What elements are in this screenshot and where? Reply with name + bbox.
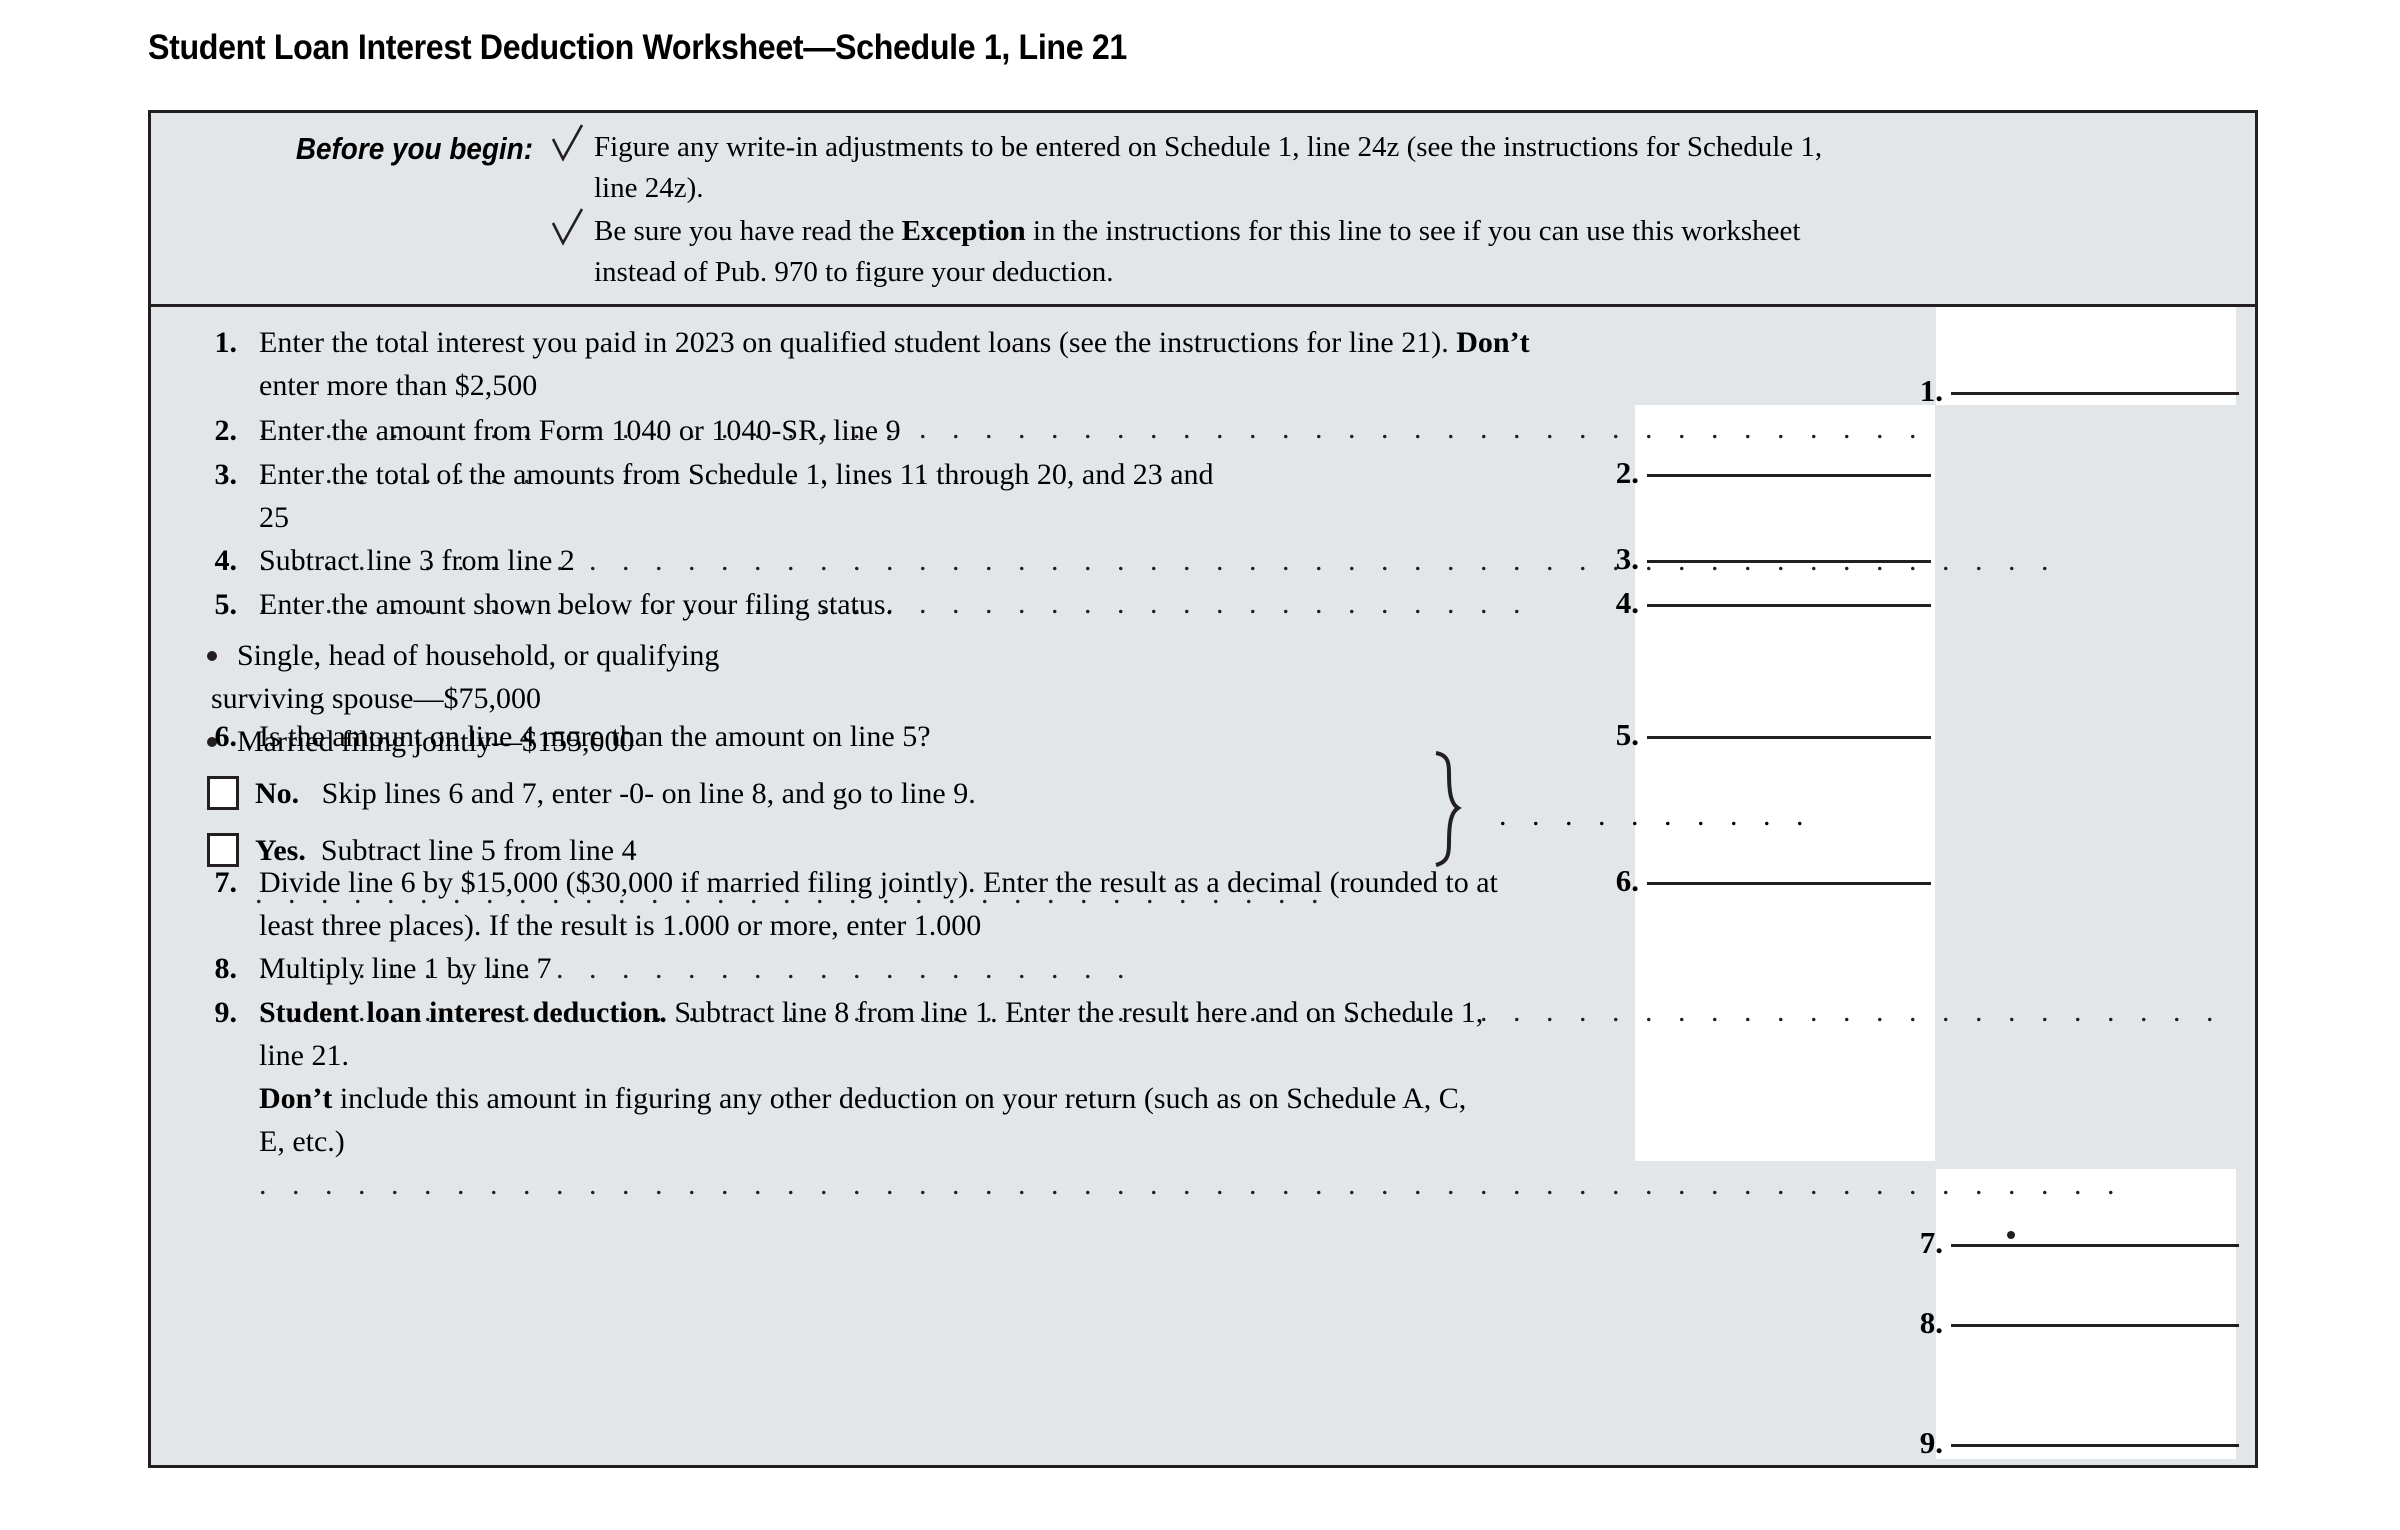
- line-9-text-a: Subtract line 8 from line 1. Enter the r…: [666, 996, 1484, 1029]
- line-5-text-row-1: Enter the amount shown below for your fi…: [259, 588, 894, 621]
- no-checkbox[interactable]: [207, 776, 239, 810]
- line-9-text-row-3: Don’t include this amount in figuring an…: [259, 1077, 1859, 1120]
- answer-rule-5: [1647, 736, 1931, 739]
- line-2-text-a: Enter the amount from Form 1040 or 1040-…: [259, 414, 901, 447]
- line-number-1: 1.: [214, 326, 238, 359]
- worksheet-line-9: 9. Student loan interest deduction. Subt…: [179, 991, 2115, 1206]
- before-item-2-text-b: in the instructions for this line to see…: [1025, 215, 1801, 247]
- answer-number-2: 2.: [1615, 455, 1639, 490]
- line-6-choice-no[interactable]: No. Skip lines 6 and 7, enter -0- on lin…: [207, 772, 1609, 815]
- answer-rule-1: [1951, 392, 2239, 395]
- line-4-text-a: Subtract line 3 from line 2: [259, 544, 575, 577]
- checkmark-icon: [551, 208, 584, 246]
- line-number-5: 5.: [214, 588, 238, 621]
- before-item-2-line-1: Be sure you have read the Exception in t…: [594, 211, 2235, 252]
- filing-status-1-line-2: surviving spouse—$75,000: [211, 682, 541, 715]
- answer-rule-9: [1951, 1444, 2239, 1447]
- line-6-no-text: Skip lines 6 and 7, enter -0- on line 8,…: [321, 777, 976, 810]
- answer-number-7: 7.: [1919, 1225, 1943, 1260]
- line-8-text-a: Multiply line 1 by line 7: [259, 952, 552, 985]
- before-you-begin-label: Before you begin:: [295, 131, 533, 166]
- line-number-7: 7.: [214, 866, 238, 899]
- before-item-1-line-2: line 24z).: [594, 172, 704, 204]
- line-1-text-a: Enter the total interest you paid in 202…: [259, 326, 1457, 359]
- line-9-text-c: include this amount in figuring any othe…: [332, 1082, 1467, 1115]
- line-9-text-d: E, etc.): [259, 1125, 345, 1158]
- line-6-text-row-1: Is the amount on line 4 more than the am…: [259, 720, 931, 753]
- line-number-3: 3.: [214, 458, 238, 491]
- answer-number-9: 9.: [1919, 1425, 1943, 1460]
- answer-rule-8: [1951, 1324, 2239, 1327]
- answer-rule-4: [1647, 604, 1931, 607]
- answer-number-4: 4.: [1615, 585, 1639, 620]
- filing-status-1-line-1: Single, head of household, or qualifying: [237, 639, 720, 672]
- exception-emphasis: Exception: [901, 215, 1026, 247]
- line-7-text-row-1: Divide line 6 by $15,000 ($30,000 if mar…: [259, 866, 1498, 899]
- answer-number-1: 1.: [1919, 373, 1943, 408]
- before-you-begin-item-2: Be sure you have read the Exception in t…: [551, 208, 2235, 293]
- line-9-dot-leader: . . . . . . . . . . . . . . . . . . . . …: [259, 1168, 2124, 1201]
- answer-column-top: [1936, 307, 2236, 405]
- line-number-4: 4.: [214, 544, 238, 577]
- page-title: Student Loan Interest Deduction Workshee…: [148, 28, 1127, 67]
- decimal-point-marker: [2007, 1231, 2015, 1239]
- before-item-1-line-1: Figure any write-in adjustments to be en…: [594, 131, 1823, 163]
- line-3-text-b: 25: [259, 501, 289, 534]
- line-6-no-row: No. Skip lines 6 and 7, enter -0- on lin…: [255, 772, 1609, 815]
- worksheet-panel: Before you begin: Figure any write-in ad…: [148, 110, 2258, 1468]
- answer-number-5: 5.: [1615, 717, 1639, 752]
- before-item-2-text-a: Be sure you have read the: [594, 215, 902, 247]
- no-label: No.: [255, 777, 300, 810]
- before-you-begin-section: Before you begin: Figure any write-in ad…: [151, 113, 2255, 307]
- answer-rule-2: [1647, 474, 1931, 477]
- line-1-bold-a: Don’t: [1456, 326, 1530, 359]
- line-number-6: 6.: [214, 720, 238, 753]
- before-you-begin-item-1: Figure any write-in adjustments to be en…: [551, 124, 2235, 209]
- line-9-text-row-1: Student loan interest deduction. Subtrac…: [259, 991, 1859, 1034]
- worksheet-body: 1. 2. 3. 4. 5. 6. 7. 8. 9. 1. Enter the …: [151, 307, 2255, 1465]
- answer-number-8: 8.: [1919, 1305, 1943, 1340]
- line-1-text-row-1: Enter the total interest you paid in 202…: [259, 321, 1609, 364]
- before-item-2-line-2: instead of Pub. 970 to figure your deduc…: [594, 256, 1114, 288]
- filing-status-item-1: Single, head of household, or qualifying: [207, 634, 1609, 677]
- line-3-text-row-1: Enter the total of the amounts from Sche…: [259, 458, 1214, 491]
- bullet-icon: [207, 651, 217, 661]
- line-number-9: 9.: [214, 996, 238, 1029]
- line-7-text-b: least three places). If the result is 1.…: [259, 909, 982, 942]
- answer-rule-7: [1951, 1244, 2239, 1247]
- line-9-text-row-4: E, etc.) . . . . . . . . . . . . . . . .…: [259, 1120, 2115, 1206]
- line-1-text-b: enter more than $2,500: [259, 369, 538, 402]
- line-number-8: 8.: [214, 952, 238, 985]
- line-9-text-row-2: line 21.: [259, 1039, 349, 1072]
- answer-column-bottom: [1936, 1169, 2236, 1459]
- checkmark-icon: [551, 124, 584, 162]
- line-9-bold-a: Student loan interest deduction.: [259, 996, 667, 1029]
- line-number-2: 2.: [214, 414, 238, 447]
- line-9-bold-b: Don’t: [259, 1082, 333, 1115]
